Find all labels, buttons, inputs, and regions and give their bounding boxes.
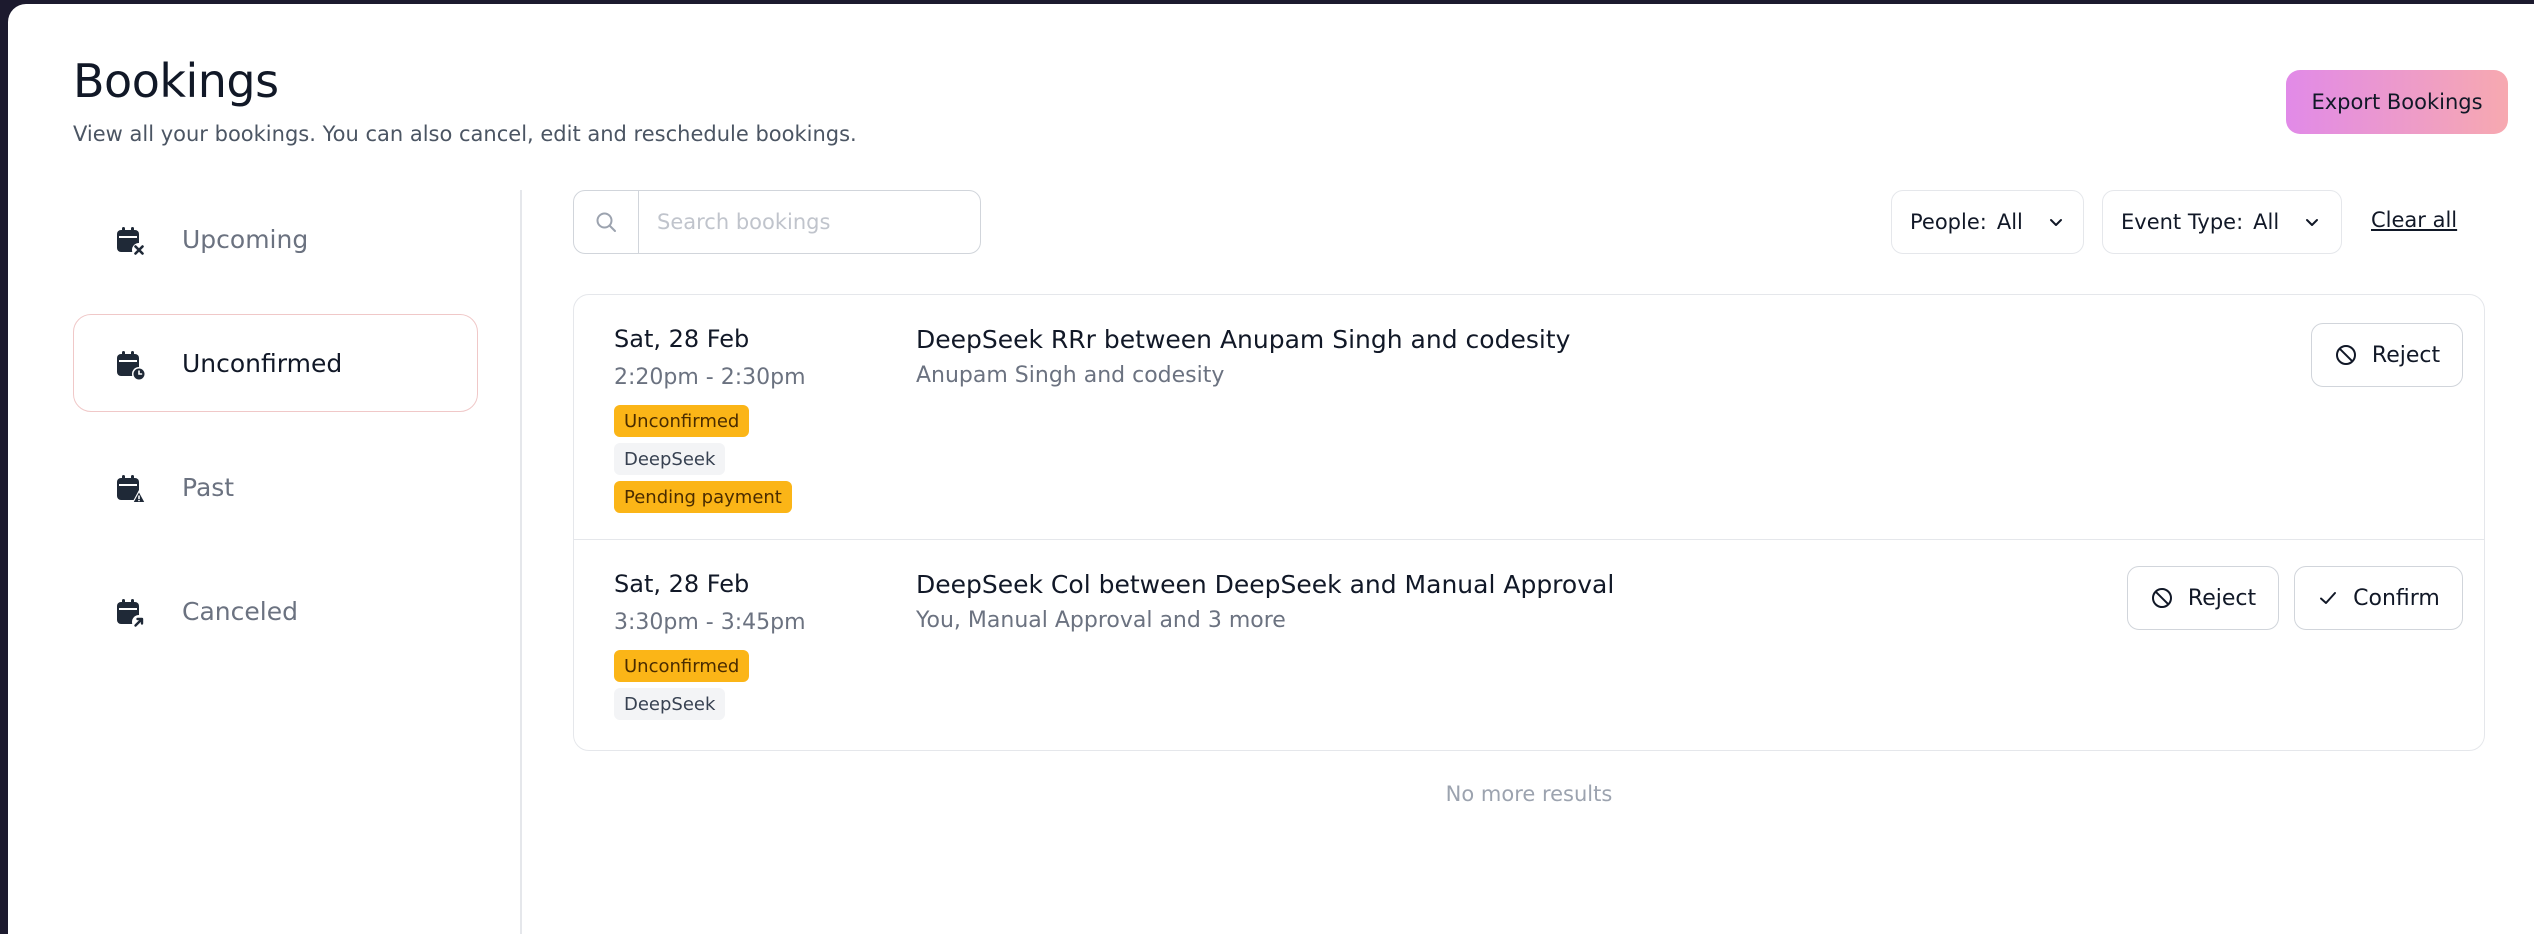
sidebar-item-unconfirmed[interactable]: Unconfirmed	[73, 314, 478, 412]
ban-icon	[2335, 345, 2356, 365]
booking-time: 3:30pm - 3:45pm	[614, 610, 806, 635]
payment-badge: Pending payment	[614, 481, 792, 513]
booking-title[interactable]: DeepSeek RRr between Anupam Singh and co…	[916, 325, 1570, 354]
event-type-filter-value: All	[2253, 210, 2280, 234]
event-type-filter[interactable]: Event Type: All	[2102, 190, 2342, 254]
booking-row[interactable]: Sat, 28 Feb 2:20pm - 2:30pm Unconfirmed …	[574, 295, 2484, 539]
booking-attendees: Anupam Singh and codesity	[916, 363, 1225, 388]
clear-all-link[interactable]: Clear all	[2371, 208, 2457, 232]
calendar-alert-icon	[117, 475, 146, 503]
check-icon	[2320, 592, 2337, 604]
sidebar-item-past[interactable]: Past	[73, 438, 478, 536]
booking-row[interactable]: Sat, 28 Feb 3:30pm - 3:45pm Unconfirmed …	[574, 539, 2484, 750]
bookings-list: Sat, 28 Feb 2:20pm - 2:30pm Unconfirmed …	[573, 294, 2485, 751]
confirm-button-label: Confirm	[2353, 585, 2440, 611]
status-badge: Unconfirmed	[614, 650, 750, 682]
search-bar	[573, 190, 981, 254]
search-input[interactable]	[639, 209, 959, 235]
sidebar-divider	[520, 190, 522, 934]
event-type-badge: DeepSeek	[614, 688, 726, 720]
bookings-sidebar: Upcoming Unconfirmed Past Canceled	[73, 190, 478, 686]
people-filter[interactable]: People: All	[1891, 190, 2084, 254]
status-badge: Unconfirmed	[614, 405, 750, 437]
page-subtitle: View all your bookings. You can also can…	[73, 122, 857, 146]
confirm-button[interactable]: Confirm	[2294, 566, 2463, 630]
sidebar-item-label: Unconfirmed	[182, 348, 343, 378]
sidebar-item-label: Past	[182, 472, 235, 502]
booking-date: Sat, 28 Feb	[614, 570, 750, 598]
booking-date: Sat, 28 Feb	[614, 325, 750, 353]
booking-attendees: You, Manual Approval and 3 more	[916, 608, 1286, 633]
bookings-window: Bookings View all your bookings. You can…	[8, 4, 2534, 934]
chevron-down-icon	[2049, 219, 2062, 226]
calendar-x-icon	[117, 227, 146, 257]
search-icon	[574, 191, 639, 253]
ban-icon	[2151, 588, 2172, 608]
event-type-filter-label: Event Type:	[2121, 210, 2244, 234]
sidebar-item-canceled[interactable]: Canceled	[73, 562, 478, 660]
people-filter-label: People:	[1910, 210, 1987, 234]
booking-title[interactable]: DeepSeek Col between DeepSeek and Manual…	[916, 570, 1614, 599]
calendar-clock-icon	[117, 351, 146, 381]
event-type-badge: DeepSeek	[614, 443, 726, 475]
sidebar-item-label: Canceled	[182, 596, 298, 626]
no-more-results: No more results	[1445, 782, 1613, 806]
reject-button[interactable]: Reject	[2127, 566, 2279, 630]
reject-button-label: Reject	[2187, 585, 2257, 611]
chevron-down-icon	[2306, 219, 2319, 226]
reject-button[interactable]: Reject	[2311, 323, 2463, 387]
export-bookings-button[interactable]: Export Bookings	[2286, 70, 2508, 134]
page-title: Bookings	[73, 54, 279, 108]
calendar-arrow-icon	[117, 599, 146, 629]
sidebar-item-label: Upcoming	[182, 224, 309, 254]
booking-time: 2:20pm - 2:30pm	[614, 365, 806, 390]
reject-button-label: Reject	[2371, 342, 2441, 368]
people-filter-value: All	[1996, 210, 2023, 234]
sidebar-item-upcoming[interactable]: Upcoming	[73, 190, 478, 288]
